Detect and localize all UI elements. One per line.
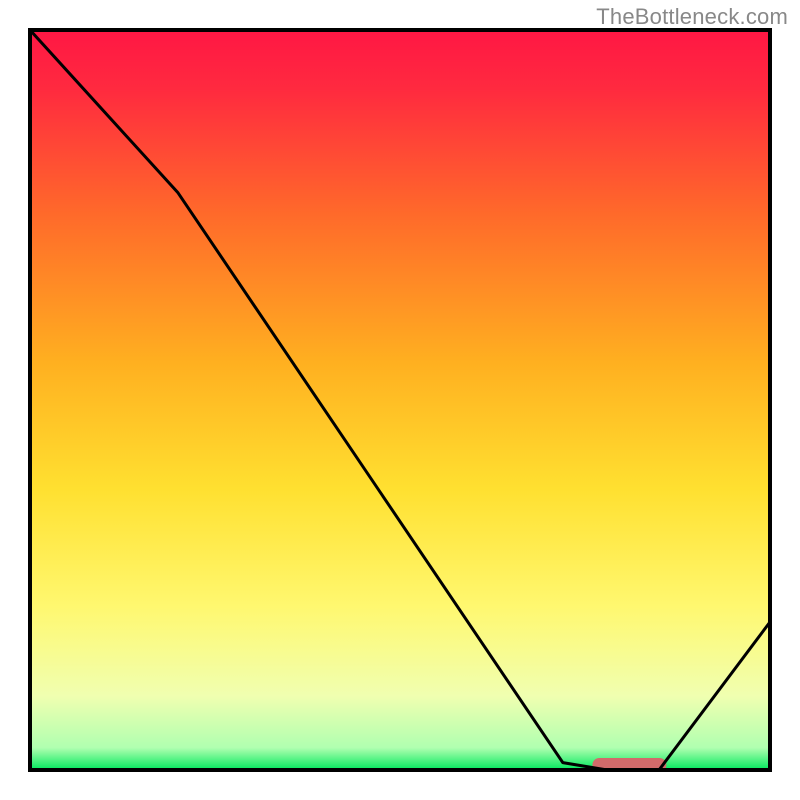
gradient-background bbox=[30, 30, 770, 770]
bottleneck-chart bbox=[0, 0, 800, 800]
chart-container: TheBottleneck.com bbox=[0, 0, 800, 800]
watermark-label: TheBottleneck.com bbox=[596, 4, 788, 30]
plot-area bbox=[30, 30, 770, 772]
